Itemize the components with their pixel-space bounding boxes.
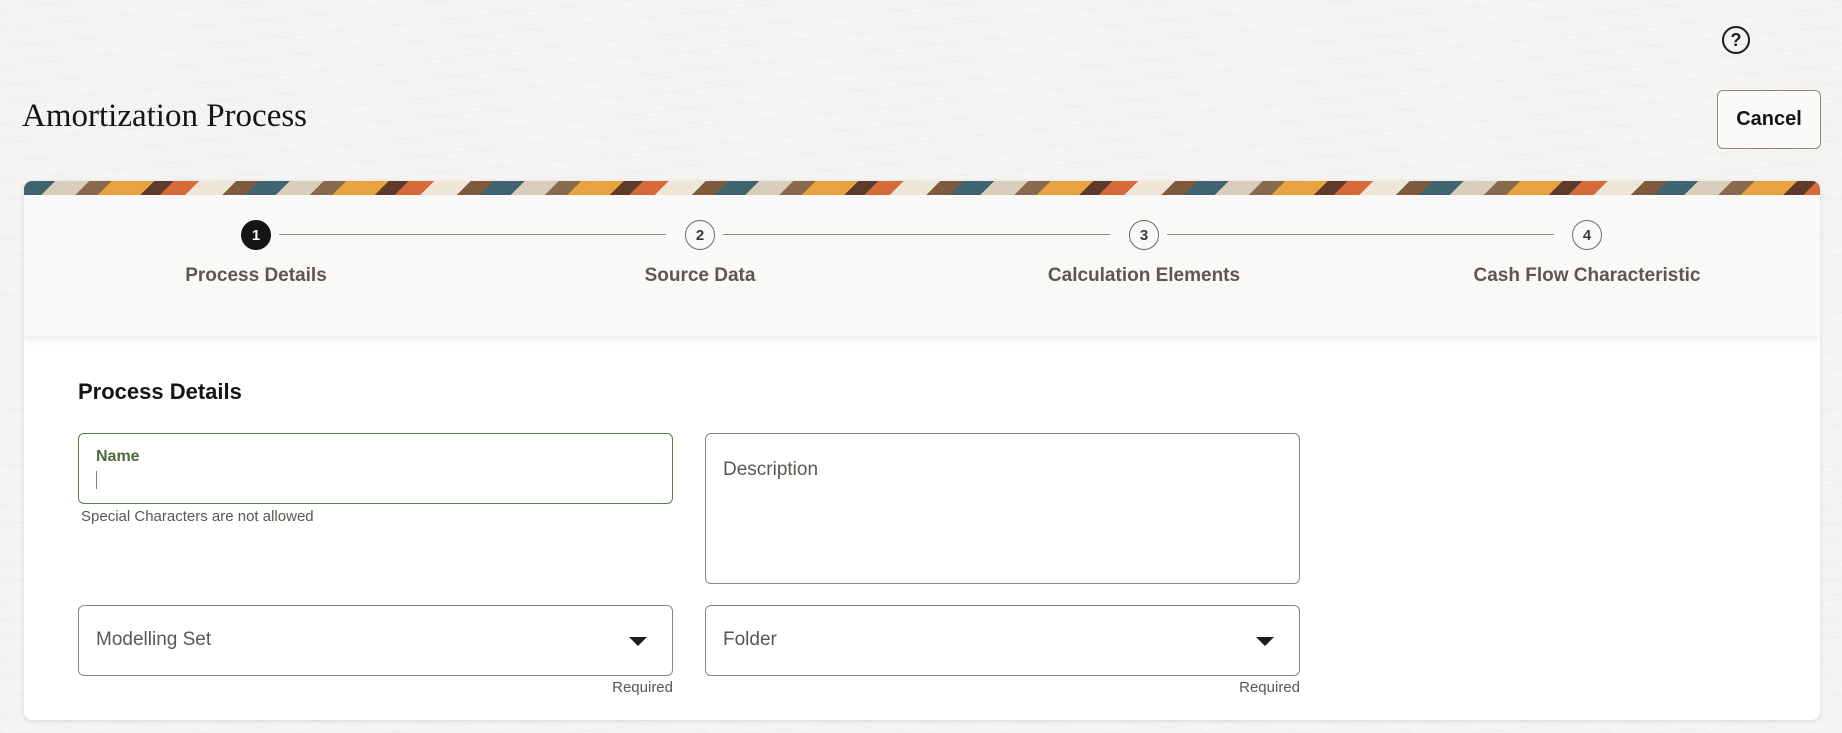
train-stepper: 1 Process Details 2 Source Data 3 Calcul… — [24, 195, 1820, 336]
name-field[interactable]: Name — [78, 433, 673, 504]
step-number: 4 — [1572, 220, 1602, 250]
name-helper-text: Special Characters are not allowed — [81, 508, 314, 525]
step-process-details[interactable]: 1 Process Details — [106, 220, 406, 287]
step-number: 3 — [1129, 220, 1159, 250]
step-number: 2 — [685, 220, 715, 250]
wizard-card: 1 Process Details 2 Source Data 3 Calcul… — [24, 181, 1820, 720]
step-label: Source Data — [644, 265, 756, 286]
chevron-down-icon — [1256, 637, 1274, 646]
step-label: Calculation Elements — [1047, 265, 1241, 286]
name-label: Name — [96, 448, 140, 465]
step-number: 1 — [241, 220, 271, 250]
section-title: Process Details — [78, 379, 242, 404]
help-icon[interactable]: ? — [1722, 26, 1750, 54]
modelling-set-select[interactable]: Modelling Set — [78, 605, 673, 676]
folder-select[interactable]: Folder — [705, 605, 1300, 676]
description-field[interactable]: Description — [705, 433, 1300, 584]
cancel-button[interactable]: Cancel — [1717, 90, 1821, 149]
description-placeholder: Description — [723, 459, 819, 480]
text-caret — [96, 471, 97, 489]
modelling-set-placeholder: Modelling Set — [96, 629, 212, 650]
folder-required-text: Required — [1239, 679, 1300, 696]
chevron-down-icon — [629, 637, 647, 646]
step-calculation-elements[interactable]: 3 Calculation Elements — [994, 220, 1294, 287]
folder-placeholder: Folder — [723, 629, 777, 650]
step-cash-flow-characteristic[interactable]: 4 Cash Flow Characteristic — [1437, 220, 1737, 287]
step-label: Process Details — [185, 265, 327, 286]
decorative-banner — [24, 181, 1820, 195]
modelling-set-required-text: Required — [612, 679, 673, 696]
step-source-data[interactable]: 2 Source Data — [550, 220, 850, 287]
page-title: Amortization Process — [22, 98, 308, 134]
step-label: Cash Flow Characteristic — [1473, 265, 1701, 286]
